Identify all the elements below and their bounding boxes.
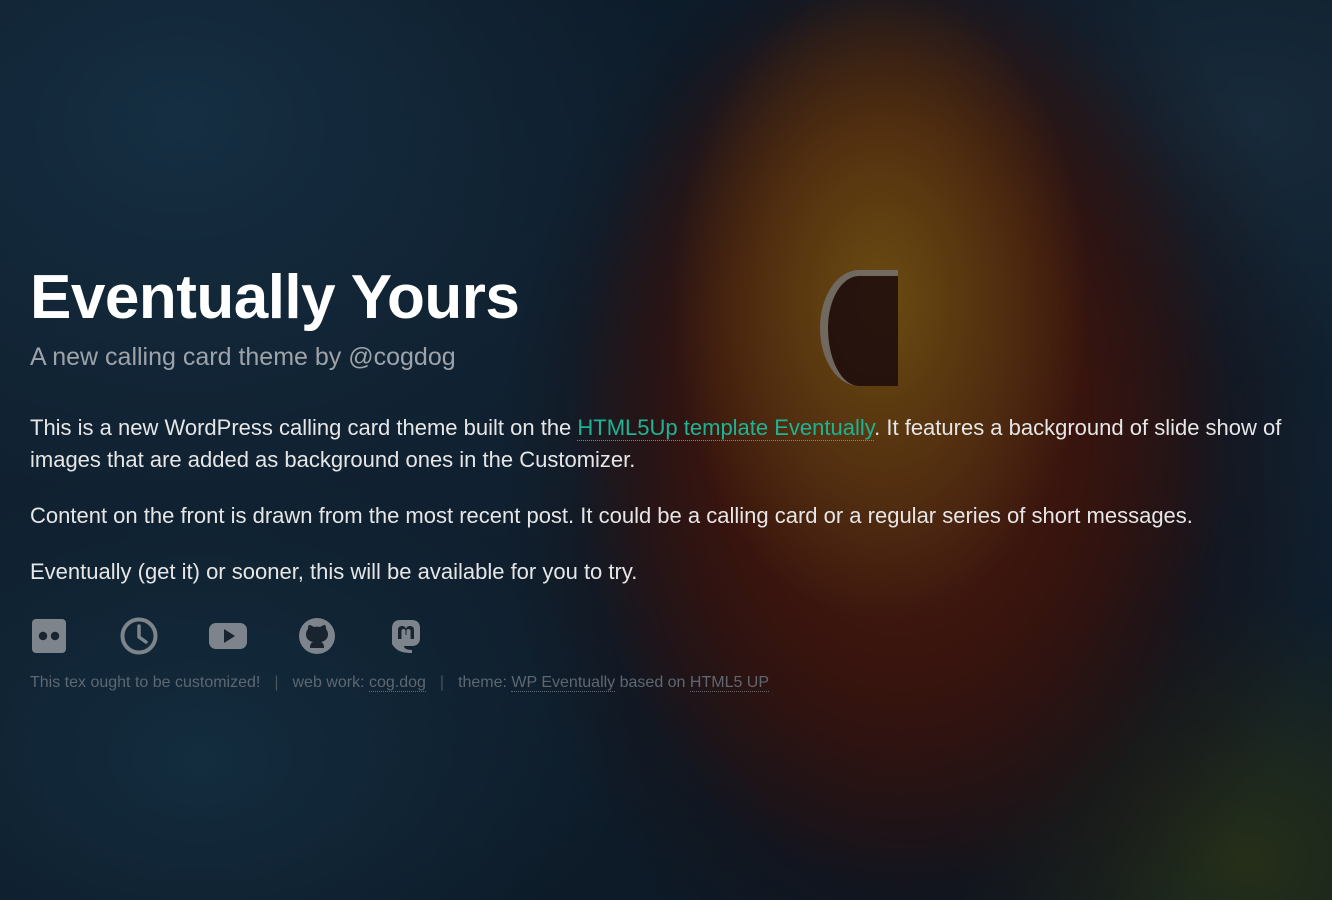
clock-icon[interactable] xyxy=(119,616,159,656)
github-icon[interactable] xyxy=(297,616,337,656)
html5up-template-link[interactable]: HTML5Up template Eventually xyxy=(577,415,875,441)
footer-theme-prefix: theme: xyxy=(458,674,512,691)
youtube-icon[interactable] xyxy=(208,616,248,656)
footer-separator: | xyxy=(274,674,279,691)
footer-separator: | xyxy=(439,674,445,691)
html5up-link[interactable]: HTML5 UP xyxy=(689,674,770,692)
mastodon-icon[interactable] xyxy=(386,616,426,656)
social-icons xyxy=(30,614,1320,658)
post-paragraph-2: Content on the front is drawn from the m… xyxy=(30,503,1193,528)
footer-custom-text: This tex ought to be customized! xyxy=(30,674,261,691)
footer-webwork-prefix: web work: xyxy=(292,674,369,691)
site-footer: This tex ought to be customized! | web w… xyxy=(30,672,1320,694)
footer-theme-credit: theme: WP Eventually based on HTML5 UP xyxy=(458,672,770,694)
site-title: Eventually Yours xyxy=(30,263,520,332)
post-paragraph-3: Eventually (get it) or sooner, this will… xyxy=(30,559,638,584)
cogdog-link[interactable]: cog.dog xyxy=(368,674,426,692)
post-paragraph-1: This is a new WordPress calling card the… xyxy=(30,412,1320,476)
footer-webwork: web work: cog.dog xyxy=(293,672,426,694)
post-body: This is a new WordPress calling card the… xyxy=(30,412,1320,588)
site-subtitle: A new calling card theme by @cogdog xyxy=(30,343,456,371)
main-content: Eventually Yours A new calling card them… xyxy=(30,262,1320,694)
paragraph-text: This is a new WordPress calling card the… xyxy=(30,415,578,440)
flickr-icon[interactable] xyxy=(30,616,70,656)
wp-eventually-link[interactable]: WP Eventually xyxy=(511,674,616,692)
footer-theme-middle: based on xyxy=(615,674,690,691)
